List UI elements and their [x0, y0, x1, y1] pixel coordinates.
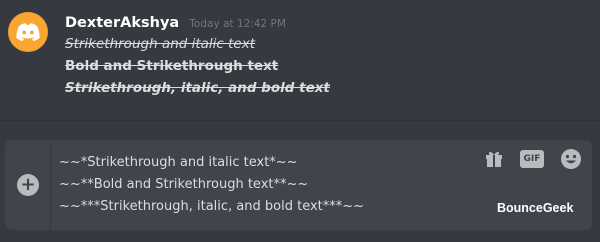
message-line: Strikethrough and italic text	[65, 36, 256, 52]
gif-button[interactable]: GIF	[520, 150, 544, 168]
message-timestamp: Today at 12:42 PM	[189, 18, 286, 30]
discord-logo-icon	[16, 23, 40, 41]
emoji-icon[interactable]	[560, 148, 582, 170]
author-name[interactable]: DexterAkshya	[65, 15, 179, 31]
avatar[interactable]	[8, 12, 48, 52]
message-group: DexterAkshya Today at 12:42 PM Strikethr…	[0, 0, 600, 120]
watermark: BounceGeek	[497, 201, 574, 215]
message-line: Bold and Strikethrough text	[65, 58, 279, 74]
upload-icon: +	[20, 174, 36, 195]
input-line: ~~**Bold and Strikethrough text**~~	[59, 177, 309, 192]
gift-icon[interactable]	[484, 149, 504, 169]
gif-label: GIF	[523, 154, 541, 164]
message-composer: + ~~*Strikethrough and italic text*~~ ~~…	[5, 140, 592, 230]
input-line: ~~*Strikethrough and italic text*~~	[59, 155, 298, 170]
composer-toolbar: GIF	[484, 148, 582, 170]
composer-divider	[50, 140, 51, 230]
message-header: DexterAkshya Today at 12:42 PM	[65, 12, 286, 31]
input-line: ~~***Strikethrough, italic, and bold tex…	[59, 199, 365, 214]
message-line: Strikethrough, italic, and bold text	[65, 80, 330, 96]
divider	[0, 120, 600, 121]
upload-button[interactable]: +	[17, 174, 39, 196]
message-input[interactable]: ~~*Strikethrough and italic text*~~ ~~**…	[59, 154, 459, 220]
